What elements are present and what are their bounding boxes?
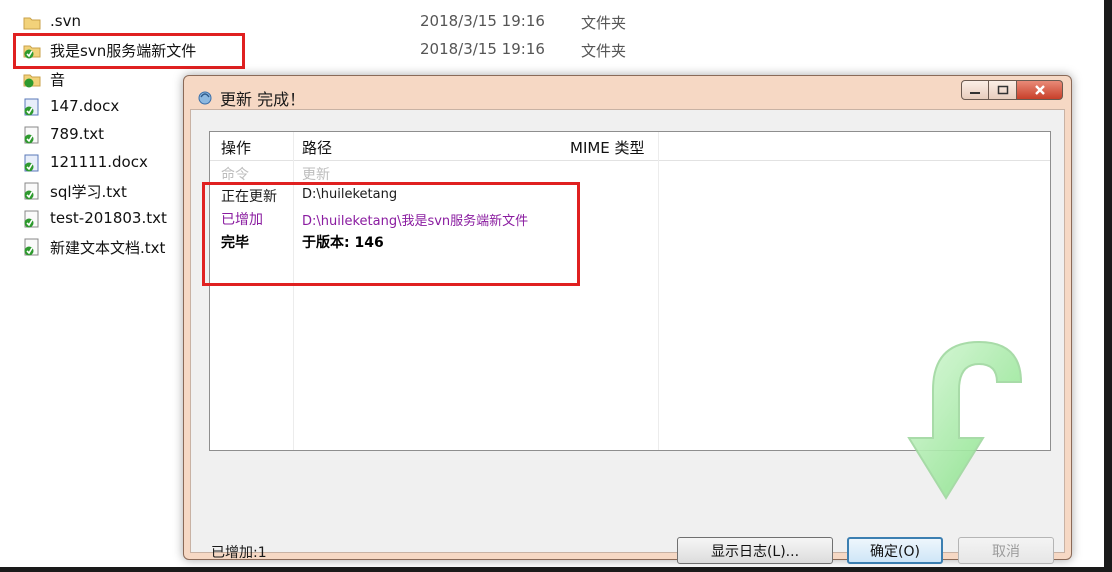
file-name: 音: [50, 71, 66, 89]
tortoise-svn-icon: [198, 91, 212, 105]
svn-docx-icon: [24, 98, 39, 116]
column-separator: [293, 132, 294, 450]
close-icon: [1034, 85, 1045, 95]
column-header-action[interactable]: 操作: [221, 137, 251, 158]
update-dialog[interactable]: 更新 完成！ 操作 路径 MIME 类型 命令 更新 正在更新 D:\huile…: [183, 75, 1072, 564]
dialog-title: 更新 完成！: [220, 90, 306, 109]
window-controls: [961, 80, 1063, 102]
svn-file-icon: [24, 210, 39, 228]
maximize-button[interactable]: [989, 80, 1017, 100]
show-log-button[interactable]: 显示日志(L)...: [677, 537, 833, 564]
close-button[interactable]: [1017, 80, 1063, 100]
file-type: 文件夹: [581, 42, 627, 60]
column-separator: [658, 132, 659, 450]
update-arrow-icon: [907, 340, 1023, 500]
column-header-path[interactable]: 路径: [302, 137, 332, 158]
status-added-count: 已增加:1: [211, 545, 267, 561]
minimize-icon: [970, 92, 980, 94]
list-header: 操作 路径 MIME 类型: [210, 132, 1050, 161]
highlight-box-update-rows: [202, 182, 580, 286]
file-name: 新建文本文档.txt: [50, 239, 166, 257]
file-name: 147.docx: [50, 97, 120, 115]
maximize-icon: [997, 85, 1008, 95]
svn-docx-icon: [24, 154, 39, 172]
svn-folder-icon: [23, 74, 41, 88]
highlight-box-new-folder: [13, 33, 245, 69]
screen-edge: [1104, 0, 1112, 572]
folder-icon: [23, 17, 41, 30]
column-header-mime[interactable]: MIME 类型: [570, 137, 645, 158]
dialog-client-area: 操作 路径 MIME 类型 命令 更新 正在更新 D:\huileketang …: [190, 109, 1065, 564]
svn-file-icon: [24, 182, 39, 200]
screen-edge: [0, 567, 1112, 572]
svn-file-icon: [24, 238, 39, 256]
file-name: test-201803.txt: [50, 209, 167, 227]
minimize-button[interactable]: [961, 80, 989, 100]
file-name: .svn: [50, 12, 81, 30]
file-type: 文件夹: [581, 14, 627, 32]
cancel-button[interactable]: 取消: [958, 537, 1054, 564]
svn-file-icon: [24, 126, 39, 144]
file-name: sql学习.txt: [50, 183, 127, 201]
file-name: 789.txt: [50, 125, 105, 143]
file-row-svn[interactable]: .svn 2018/3/15 19:16 文件夹: [22, 9, 662, 35]
row-action: 命令: [221, 167, 249, 183]
row-path: 更新: [302, 167, 330, 183]
ok-button[interactable]: 确定(O): [847, 537, 943, 564]
file-date: 2018/3/15 19:16: [420, 12, 545, 30]
file-date: 2018/3/15 19:16: [420, 40, 545, 58]
file-name: 121111.docx: [50, 153, 148, 171]
